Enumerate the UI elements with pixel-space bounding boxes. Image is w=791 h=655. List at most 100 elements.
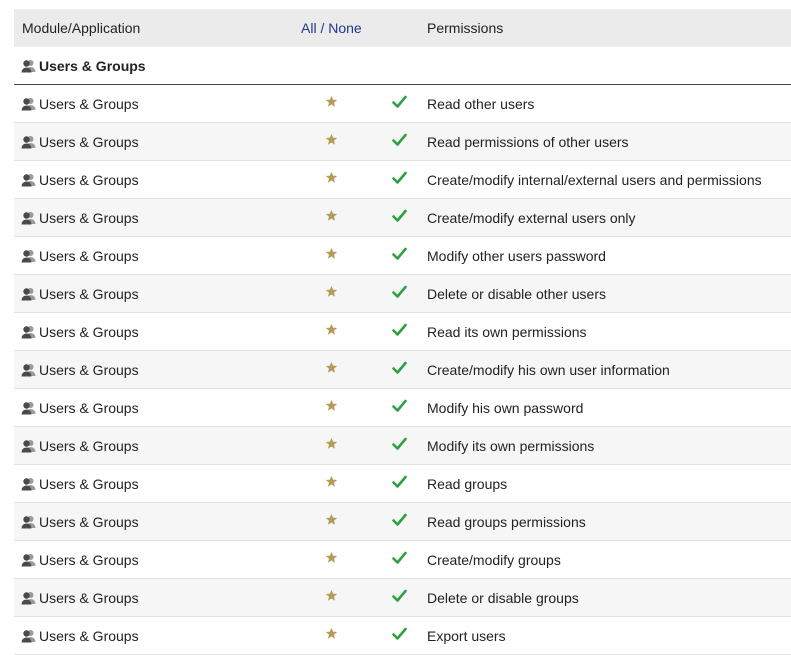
module-name: Users & Groups bbox=[39, 210, 139, 226]
table-row: Users & Groups Create/modify internal/ext… bbox=[14, 161, 791, 199]
users-icon bbox=[21, 592, 36, 605]
checkmark-icon[interactable] bbox=[392, 209, 407, 223]
checkmark-icon[interactable] bbox=[392, 513, 407, 527]
checkmark-icon[interactable] bbox=[392, 171, 407, 185]
users-icon bbox=[21, 250, 36, 263]
module-name: Users & Groups bbox=[39, 324, 139, 340]
table-row: Users & Groups Read other users bbox=[14, 85, 791, 123]
star-icon bbox=[325, 627, 338, 639]
permission-label: Create/modify groups bbox=[427, 552, 561, 568]
table-row: Users & Groups Delete or disable other us… bbox=[14, 275, 791, 313]
checkmark-icon[interactable] bbox=[392, 437, 407, 451]
checkmark-icon[interactable] bbox=[392, 247, 407, 261]
table-row: Users & Groups Modify his own password bbox=[14, 389, 791, 427]
users-icon bbox=[21, 212, 36, 225]
checkmark-icon[interactable] bbox=[392, 323, 407, 337]
table-row: Users & Groups Create/modify his own user… bbox=[14, 351, 791, 389]
star-icon bbox=[325, 323, 338, 335]
star-icon bbox=[325, 475, 338, 487]
module-name: Users & Groups bbox=[39, 248, 139, 264]
table-row: Users & Groups Read its own permissions bbox=[14, 313, 791, 351]
permission-rows: Users & Groups Read other users Users & Gr… bbox=[14, 85, 791, 655]
users-icon bbox=[21, 98, 36, 111]
module-cell: Users & Groups bbox=[21, 248, 139, 264]
table-row: Users & Groups Delete or disable groups bbox=[14, 579, 791, 617]
table-row: Users & Groups Modify other users passwor… bbox=[14, 237, 791, 275]
permission-label: Create/modify internal/external users an… bbox=[427, 172, 762, 188]
module-name: Users & Groups bbox=[39, 590, 139, 606]
module-cell: Users & Groups bbox=[21, 514, 139, 530]
column-header-permissions: Permissions bbox=[427, 20, 504, 36]
table-row: Users & Groups Export users bbox=[14, 617, 791, 655]
module-cell: Users & Groups bbox=[21, 362, 139, 378]
group-name: Users & Groups bbox=[39, 57, 146, 74]
module-cell: Users & Groups bbox=[21, 400, 139, 416]
module-name: Users & Groups bbox=[39, 400, 139, 416]
module-cell: Users & Groups bbox=[21, 324, 139, 340]
users-icon bbox=[21, 402, 36, 415]
users-icon bbox=[21, 554, 36, 567]
star-icon bbox=[325, 247, 338, 259]
checkmark-icon[interactable] bbox=[392, 285, 407, 299]
table-row: Users & Groups Create/modify groups bbox=[14, 541, 791, 579]
star-icon bbox=[325, 589, 338, 601]
checkmark-icon[interactable] bbox=[392, 475, 407, 489]
users-icon bbox=[21, 516, 36, 529]
select-all-none: All / None bbox=[301, 20, 362, 36]
star-icon bbox=[325, 361, 338, 373]
checkmark-icon[interactable] bbox=[392, 627, 407, 641]
permission-label: Create/modify external users only bbox=[427, 210, 636, 226]
module-name: Users & Groups bbox=[39, 476, 139, 492]
checkmark-icon[interactable] bbox=[392, 361, 407, 375]
module-cell: Users & Groups bbox=[21, 438, 139, 454]
table-row: Users & Groups Modify its own permissions bbox=[14, 427, 791, 465]
select-all-link[interactable]: All bbox=[301, 20, 317, 36]
permission-label: Read its own permissions bbox=[427, 324, 587, 340]
star-icon bbox=[325, 551, 338, 563]
permission-label: Modify its own permissions bbox=[427, 438, 595, 454]
module-name: Users & Groups bbox=[39, 172, 139, 188]
users-icon bbox=[21, 136, 36, 149]
module-name: Users & Groups bbox=[39, 362, 139, 378]
users-icon bbox=[21, 440, 36, 453]
table-row: Users & Groups Create/modify external use… bbox=[14, 199, 791, 237]
checkmark-icon[interactable] bbox=[392, 95, 407, 109]
table-row: Users & Groups Read groups bbox=[14, 465, 791, 503]
module-cell: Users & Groups bbox=[21, 552, 139, 568]
select-none-link[interactable]: None bbox=[328, 20, 361, 36]
checkmark-icon[interactable] bbox=[392, 589, 407, 603]
users-icon bbox=[21, 364, 36, 377]
module-cell: Users & Groups bbox=[21, 96, 139, 112]
permission-label: Read permissions of other users bbox=[427, 134, 629, 150]
module-cell: Users & Groups bbox=[21, 476, 139, 492]
star-icon bbox=[325, 437, 338, 449]
users-icon bbox=[21, 478, 36, 491]
permission-label: Delete or disable other users bbox=[427, 286, 606, 302]
permission-label: Read groups bbox=[427, 476, 508, 492]
permission-label: Create/modify his own user information bbox=[427, 362, 670, 378]
star-icon bbox=[325, 209, 338, 221]
star-icon bbox=[325, 171, 338, 183]
module-name: Users & Groups bbox=[39, 134, 139, 150]
star-icon bbox=[325, 513, 338, 525]
checkmark-icon[interactable] bbox=[392, 133, 407, 147]
module-name: Users & Groups bbox=[39, 96, 139, 112]
permission-label: Delete or disable groups bbox=[427, 590, 579, 606]
module-name: Users & Groups bbox=[39, 286, 139, 302]
permission-label: Modify his own password bbox=[427, 400, 584, 416]
table-row: Users & Groups Read groups permissions bbox=[14, 503, 791, 541]
module-name: Users & Groups bbox=[39, 438, 139, 454]
table-header: Module/Application All / None Permission… bbox=[14, 9, 791, 47]
module-cell: Users & Groups bbox=[21, 590, 139, 606]
star-icon bbox=[325, 285, 338, 297]
module-cell: Users & Groups bbox=[21, 286, 139, 302]
star-icon bbox=[325, 95, 338, 107]
table-row: Users & Groups Read permissions of other … bbox=[14, 123, 791, 161]
permission-label: Read other users bbox=[427, 96, 535, 112]
users-icon bbox=[21, 174, 36, 187]
users-icon bbox=[21, 326, 36, 339]
permission-label: Read groups permissions bbox=[427, 514, 586, 530]
column-header-module: Module/Application bbox=[22, 20, 141, 36]
checkmark-icon[interactable] bbox=[392, 399, 407, 413]
checkmark-icon[interactable] bbox=[392, 551, 407, 565]
